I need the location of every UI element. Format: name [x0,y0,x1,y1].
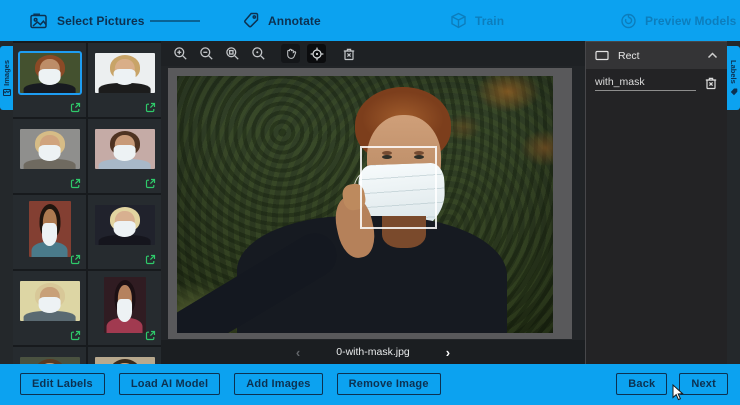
open-image-icon[interactable] [145,102,156,113]
zoom-reset-icon[interactable] [249,44,268,63]
labels-panel-header: Rect [586,42,727,69]
thumbnail-cell-selected[interactable] [13,43,86,117]
footer-right-buttons: Back Next [616,373,728,395]
thumb-person-mask [38,145,61,161]
next-image-button[interactable]: › [446,346,450,359]
step-label: Select Pictures [57,14,145,28]
thumbnail-image[interactable] [20,129,80,169]
pan-tool-icon[interactable] [281,44,300,63]
next-button[interactable]: Next [679,373,728,395]
thumbnail-cell[interactable] [13,195,86,269]
pictures-icon [30,13,49,29]
rect-shape-icon [595,50,609,61]
open-image-icon[interactable] [70,254,81,265]
thumbnail-cell[interactable] [88,271,161,345]
sidebar-tab-labels[interactable]: Labels [727,46,740,110]
annotation-canvas-photo[interactable] [177,76,553,333]
annotation-bounding-box[interactable] [360,146,437,229]
label-entry-row: with_mask [586,69,727,97]
viewer-toolbar [161,41,585,66]
thumbnail-image[interactable] [95,53,155,93]
thumbnail-cell[interactable] [13,271,86,345]
thumbnail-cell[interactable] [13,119,86,193]
current-filename: 0-with-mask.jpg [336,346,410,358]
step-label: Annotate [268,14,321,28]
bottom-action-bar: Edit Labels Load AI Model Add Images Rem… [0,364,740,405]
target-tool-icon[interactable] [307,44,326,63]
thumb-person-mask [38,297,61,313]
shape-type-label: Rect [618,50,698,62]
step-connector [150,20,200,22]
images-icon [3,89,11,96]
sidebar-tab-images[interactable]: Images [0,46,13,110]
thumbnail-image[interactable] [95,205,155,245]
load-ai-model-button[interactable]: Load AI Model [119,373,220,395]
labels-panel: Rect with_mask [585,41,727,364]
images-tab-label: Images [2,60,11,86]
thumbnail-image[interactable] [95,129,155,169]
open-image-icon[interactable] [70,178,81,189]
add-images-button[interactable]: Add Images [234,373,322,395]
preview-icon [620,12,637,29]
thumbnail-image[interactable] [20,53,80,93]
thumbnail-cell[interactable] [13,347,86,364]
thumbnail-cell[interactable] [88,347,161,364]
zoom-fit-icon[interactable] [223,44,242,63]
open-image-icon[interactable] [70,330,81,341]
thumbnail-cell[interactable] [88,43,161,117]
zoom-out-icon[interactable] [197,44,216,63]
thumb-person-mask [38,69,61,85]
thumb-person-mask [113,145,136,161]
footer-left-buttons: Edit Labels Load AI Model Add Images Rem… [20,373,441,395]
labels-tag-icon [730,88,738,96]
edit-labels-button[interactable]: Edit Labels [20,373,105,395]
thumbnail-image[interactable] [20,357,80,364]
annotation-viewer: ‹ 0-with-mask.jpg › [161,41,585,364]
thumbnail-image[interactable] [95,357,155,364]
label-name-field[interactable]: with_mask [595,76,696,91]
back-button[interactable]: Back [616,373,667,395]
thumb-person-mask [113,221,136,237]
thumbnail-cell[interactable] [88,119,161,193]
step-label: Preview Models [645,14,736,28]
step-select-pictures[interactable]: Select Pictures [30,0,145,41]
open-image-icon[interactable] [145,330,156,341]
step-train[interactable]: Train [450,0,504,41]
thumb-person-mask [113,69,136,85]
open-image-icon[interactable] [145,178,156,189]
top-step-bar: Select Pictures Annotate Train [0,0,740,41]
thumbnail-image[interactable] [29,201,71,257]
annotation-app: Select Pictures Annotate Train [0,0,740,405]
zoom-in-icon[interactable] [171,44,190,63]
previous-image-button[interactable]: ‹ [296,346,300,359]
thumbnail-cell[interactable] [88,195,161,269]
image-list-sidebar [13,41,161,364]
open-image-icon[interactable] [145,254,156,265]
remove-image-button[interactable]: Remove Image [337,373,441,395]
step-label: Train [475,14,504,28]
collapse-chevron-icon[interactable] [707,52,718,59]
step-preview-models[interactable]: Preview Models [620,0,736,41]
cube-icon [450,12,467,29]
thumbnail-image[interactable] [20,281,80,321]
image-navigation-bar: ‹ 0-with-mask.jpg › [161,340,585,364]
labels-tab-label: Labels [729,60,738,84]
delete-label-icon[interactable] [704,76,718,90]
open-image-icon[interactable] [70,102,81,113]
tag-icon [243,12,260,29]
thumbnail-image[interactable] [104,277,146,333]
delete-annotation-icon[interactable] [339,44,358,63]
thumbnail-grid [13,41,161,364]
step-annotate[interactable]: Annotate [243,0,321,41]
